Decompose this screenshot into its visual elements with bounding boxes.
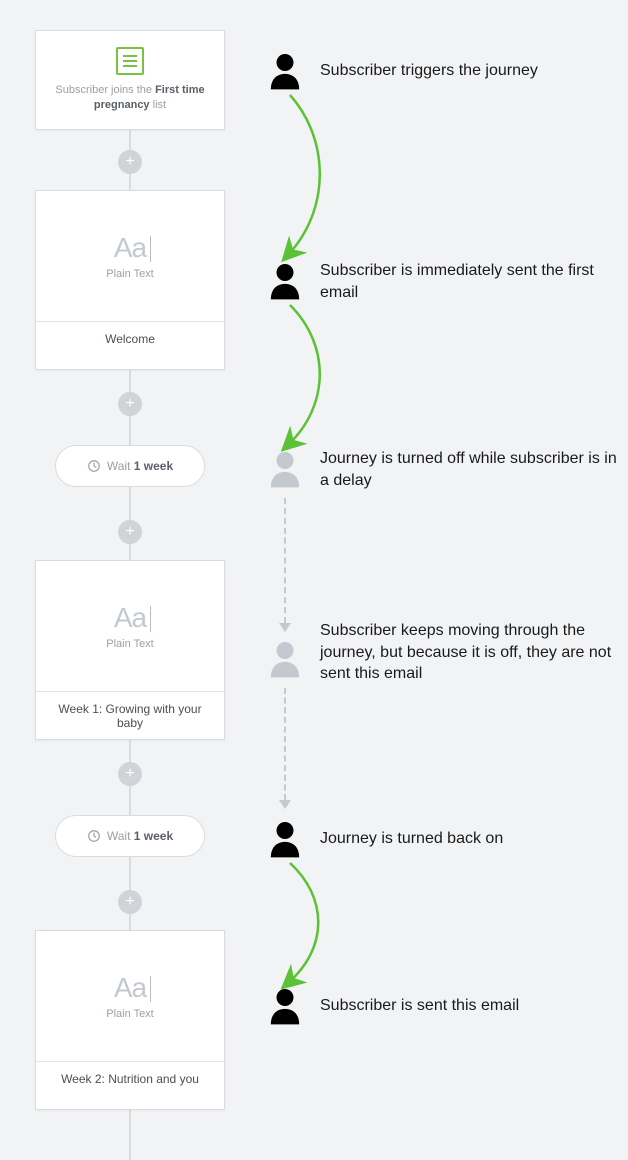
- email-card-1[interactable]: Aa Plain Text Welcome: [35, 190, 225, 370]
- dashed-arrowhead-icon: [279, 800, 291, 809]
- plaintext-icon: Aa: [114, 972, 146, 1004]
- annotation-text: Subscriber is sent this email: [320, 995, 618, 1017]
- dashed-connector: [284, 498, 286, 623]
- dashed-connector: [284, 688, 286, 800]
- email-type-label: Plain Text: [106, 268, 154, 280]
- annotation-text: Subscriber triggers the journey: [320, 60, 618, 82]
- add-step-button[interactable]: +: [118, 150, 142, 174]
- email-card-2[interactable]: Aa Plain Text Week 1: Growing with your …: [35, 560, 225, 740]
- add-step-button[interactable]: +: [118, 762, 142, 786]
- person-icon: [268, 987, 302, 1025]
- annotation-column: Subscriber triggers the journey Subscrib…: [260, 0, 628, 1078]
- plaintext-icon: Aa: [114, 232, 146, 264]
- clock-icon: [87, 459, 101, 473]
- email-type-label: Plain Text: [106, 638, 154, 650]
- clock-icon: [87, 829, 101, 843]
- annotation-text: Subscriber is immediately sent the first…: [320, 260, 618, 303]
- email-type-label: Plain Text: [106, 1008, 154, 1020]
- email-title: Week 2: Nutrition and you: [36, 1061, 224, 1096]
- add-step-button[interactable]: +: [118, 890, 142, 914]
- add-step-button[interactable]: +: [118, 392, 142, 416]
- person-icon: [268, 820, 302, 858]
- curved-arrow-icon: [250, 858, 330, 993]
- curved-arrow-icon: [250, 90, 330, 265]
- trigger-card[interactable]: Subscriber joins the First time pregnanc…: [35, 30, 225, 130]
- email-title: Week 1: Growing with your baby: [36, 691, 224, 740]
- wait-pill-1[interactable]: Wait 1 week: [55, 445, 205, 487]
- wait-pill-2[interactable]: Wait 1 week: [55, 815, 205, 857]
- person-icon-inactive: [268, 640, 302, 678]
- add-step-button[interactable]: +: [118, 520, 142, 544]
- person-icon-inactive: [268, 450, 302, 488]
- annotation-text: Journey is turned off while subscriber i…: [320, 448, 618, 491]
- list-icon: [116, 47, 144, 75]
- email-title: Welcome: [36, 321, 224, 356]
- trigger-text: Subscriber joins the First time pregnanc…: [46, 83, 214, 114]
- journey-flow-column: Subscriber joins the First time pregnanc…: [0, 0, 260, 1078]
- dashed-arrowhead-icon: [279, 623, 291, 632]
- person-icon: [268, 52, 302, 90]
- plaintext-icon: Aa: [114, 602, 146, 634]
- curved-arrow-icon: [250, 300, 330, 455]
- annotation-text: Subscriber keeps moving through the jour…: [320, 620, 618, 685]
- connector-line: [129, 1110, 131, 1160]
- person-icon: [268, 262, 302, 300]
- annotation-text: Journey is turned back on: [320, 828, 618, 850]
- email-card-3[interactable]: Aa Plain Text Week 2: Nutrition and you: [35, 930, 225, 1110]
